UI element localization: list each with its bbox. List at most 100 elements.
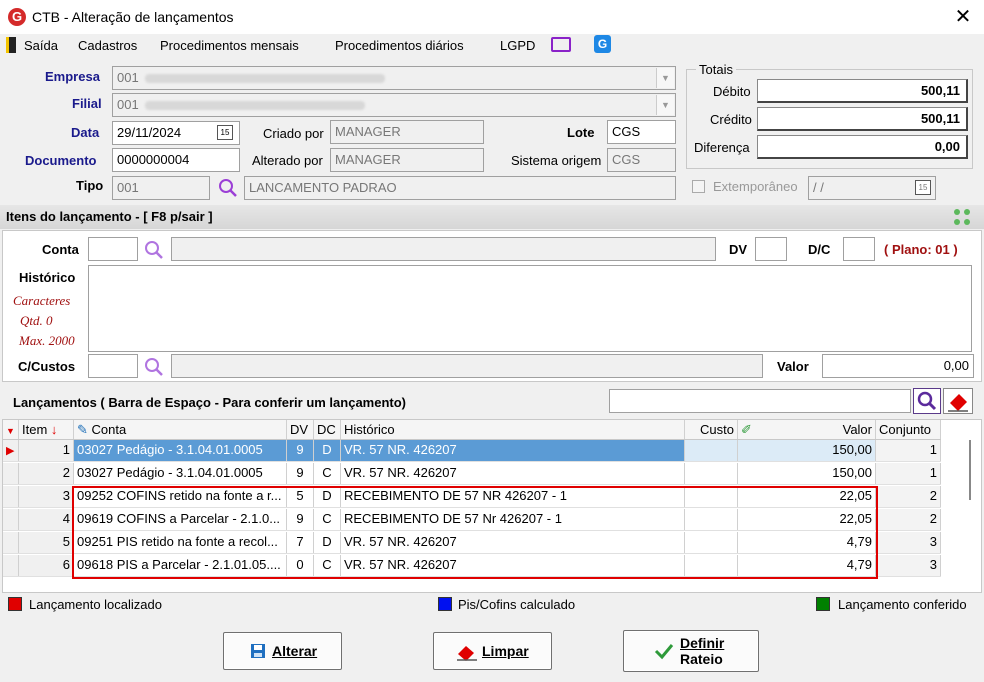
cell-dc: D bbox=[314, 532, 341, 553]
scrollbar-thumb[interactable] bbox=[969, 440, 971, 500]
cell-dv: 9 bbox=[287, 440, 314, 461]
lancamentos-title: Lançamentos ( Barra de Espaço - Para con… bbox=[13, 395, 407, 410]
legend-conferido: Lançamento conferido bbox=[838, 597, 967, 612]
cell-item: 6 bbox=[19, 555, 74, 576]
cell-custo bbox=[685, 463, 738, 484]
documento-field[interactable]: 0000000004 bbox=[112, 148, 240, 172]
cell-dc: C bbox=[314, 463, 341, 484]
cell-item: 5 bbox=[19, 532, 74, 553]
cell-conta: 09252 COFINS retido na fonte a r... bbox=[74, 486, 287, 507]
table-row[interactable]: ▶ 1 03027 Pedágio - 3.1.04.01.0005 9 D VR. 57… bbox=[3, 440, 941, 462]
filial-select[interactable]: 001 ▼ bbox=[112, 93, 676, 117]
menu-lgpd[interactable]: LGPD bbox=[500, 38, 535, 53]
valor-field[interactable]: 0,00 bbox=[822, 354, 974, 378]
cell-historico: VR. 57 NR. 426207 bbox=[341, 555, 685, 576]
max-label: Max. 2000 bbox=[19, 333, 75, 348]
cell-custo bbox=[685, 509, 738, 530]
limpar-button[interactable]: Limpar bbox=[433, 632, 552, 670]
lancamentos-search-input[interactable] bbox=[609, 389, 911, 413]
credito-value: 500,11 bbox=[757, 107, 968, 131]
header-custo[interactable]: Custo bbox=[685, 420, 738, 439]
extemporaneo-date[interactable]: / / 15 bbox=[808, 176, 936, 200]
menu-procedimentos-diarios[interactable]: Procedimentos diários bbox=[335, 38, 464, 53]
current-row-arrow-icon: ▶ bbox=[3, 440, 19, 461]
header-indicator: ▼ bbox=[3, 420, 19, 439]
eraser-button[interactable] bbox=[943, 388, 973, 414]
search-icon[interactable] bbox=[218, 178, 238, 198]
legend-green-swatch bbox=[816, 597, 830, 611]
calendar-icon[interactable]: 15 bbox=[915, 180, 931, 195]
filial-label: Filial bbox=[72, 96, 102, 111]
totais-title: Totais bbox=[696, 62, 736, 77]
historico-textarea[interactable] bbox=[88, 265, 972, 352]
ccustos-field[interactable] bbox=[88, 354, 138, 378]
documento-label: Documento bbox=[25, 153, 97, 168]
table-row[interactable]: 5 09251 PIS retido na fonte a recol... 7 D V… bbox=[3, 532, 941, 554]
cell-dc: C bbox=[314, 555, 341, 576]
table-row[interactable]: 4 09619 COFINS a Parcelar - 2.1.0... 9 C REC… bbox=[3, 509, 941, 531]
cell-valor: 4,79 bbox=[738, 532, 876, 553]
g-logo-icon[interactable]: G bbox=[594, 35, 611, 53]
money-icon: ✐ bbox=[741, 422, 752, 437]
menu-procedimentos-mensais[interactable]: Procedimentos mensais bbox=[160, 38, 299, 53]
search-icon[interactable] bbox=[144, 357, 164, 377]
header-valor[interactable]: ✐ Valor bbox=[738, 420, 876, 439]
header-dc[interactable]: DC bbox=[314, 420, 341, 439]
cell-historico: RECEBIMENTO DE 57 Nr 426207 - 1 bbox=[341, 509, 685, 530]
cell-conjunto: 1 bbox=[876, 463, 941, 484]
cell-conjunto: 3 bbox=[876, 532, 941, 553]
search-button[interactable] bbox=[913, 388, 941, 414]
sort-icon: ↓ bbox=[50, 422, 58, 437]
dv-field[interactable] bbox=[755, 237, 787, 261]
monitor-icon[interactable] bbox=[551, 37, 571, 52]
alterar-button[interactable]: Alterar bbox=[223, 632, 342, 670]
save-icon bbox=[251, 644, 265, 658]
eraser-icon bbox=[948, 394, 968, 412]
extemporaneo-checkbox[interactable] bbox=[692, 180, 705, 193]
menu-cadastros[interactable]: Cadastros bbox=[78, 38, 137, 53]
cell-historico: VR. 57 NR. 426207 bbox=[341, 440, 685, 461]
blurred-text bbox=[144, 74, 385, 84]
ccustos-description bbox=[171, 354, 763, 378]
search-icon[interactable] bbox=[144, 240, 164, 260]
cell-item: 4 bbox=[19, 509, 74, 530]
calendar-icon[interactable]: 15 bbox=[217, 125, 233, 140]
chevron-down-icon[interactable]: ▼ bbox=[656, 95, 674, 115]
lancamentos-grid: ▼ Item ↓ ✎ Conta DV DC Histórico Custo ✐… bbox=[2, 419, 982, 593]
cell-historico: RECEBIMENTO DE 57 NR 426207 - 1 bbox=[341, 486, 685, 507]
cell-custo bbox=[685, 532, 738, 553]
debito-label: Débito bbox=[713, 84, 751, 99]
tipo-field[interactable]: 001 bbox=[112, 176, 210, 200]
table-row[interactable]: 2 03027 Pedágio - 3.1.04.01.0005 9 C VR. 57 … bbox=[3, 463, 941, 485]
close-icon[interactable]: ✕ bbox=[950, 4, 976, 30]
cell-dc: C bbox=[314, 509, 341, 530]
title-bar: G CTB - Alteração de lançamentos ✕ bbox=[0, 0, 984, 34]
sistema-field: CGS bbox=[607, 148, 676, 172]
expand-icon[interactable] bbox=[952, 208, 972, 226]
exit-door-icon[interactable] bbox=[6, 37, 16, 53]
conta-field[interactable] bbox=[88, 237, 138, 261]
table-row[interactable]: 6 09618 PIS a Parcelar - 2.1.01.05.... 0 C V… bbox=[3, 555, 941, 577]
header-item[interactable]: Item ↓ bbox=[19, 420, 74, 439]
header-conjunto[interactable]: Conjunto bbox=[876, 420, 941, 439]
diferenca-value: 0,00 bbox=[757, 135, 968, 159]
check-icon bbox=[654, 644, 674, 660]
debito-value: 500,11 bbox=[757, 79, 968, 103]
menu-saida[interactable]: Saída bbox=[24, 38, 58, 53]
conta-label: Conta bbox=[42, 242, 79, 257]
legend-red-swatch bbox=[8, 597, 22, 611]
data-field[interactable]: 29/11/2024 15 bbox=[112, 121, 240, 145]
header-historico[interactable]: Histórico bbox=[341, 420, 685, 439]
cell-item: 1 bbox=[19, 440, 74, 461]
empresa-select[interactable]: 001 ▼ bbox=[112, 66, 676, 90]
dc-field[interactable] bbox=[843, 237, 875, 261]
window-title: CTB - Alteração de lançamentos bbox=[32, 9, 234, 25]
header-dv[interactable]: DV bbox=[287, 420, 314, 439]
table-row[interactable]: 3 09252 COFINS retido na fonte a r... 5 D RE… bbox=[3, 486, 941, 508]
criado-field: MANAGER bbox=[330, 120, 484, 144]
header-conta[interactable]: ✎ Conta bbox=[74, 420, 287, 439]
lote-field[interactable]: CGS bbox=[607, 120, 676, 144]
cell-conta: 09619 COFINS a Parcelar - 2.1.0... bbox=[74, 509, 287, 530]
chevron-down-icon[interactable]: ▼ bbox=[656, 68, 674, 88]
definir-rateio-button[interactable]: Definir Rateio bbox=[623, 630, 759, 672]
